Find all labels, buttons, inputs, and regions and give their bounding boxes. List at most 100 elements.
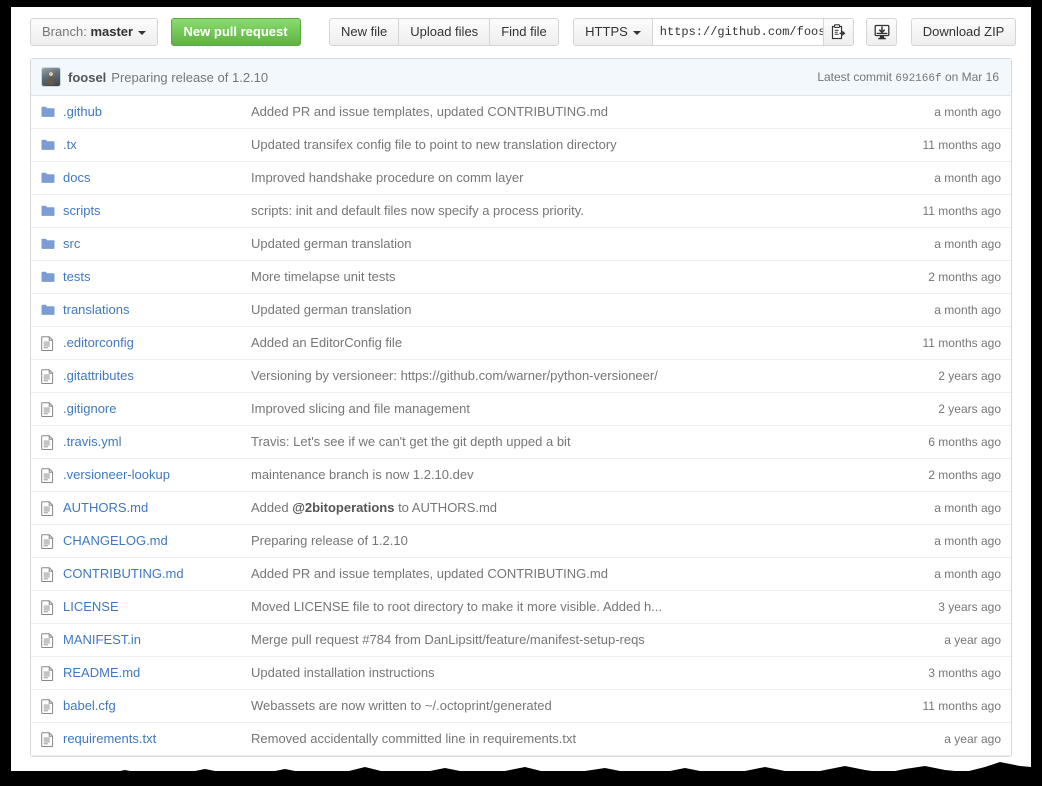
document-icon xyxy=(41,336,63,351)
relative-time: a month ago xyxy=(934,501,1001,515)
commit-message-link[interactable]: Updated transifex config file to point t… xyxy=(251,137,617,152)
screenshot-frame: Branch: master New pull request New file… xyxy=(0,0,1042,786)
table-row[interactable]: .tx Updated transifex config file to poin… xyxy=(31,129,1011,162)
relative-time: 11 months ago xyxy=(923,699,1002,713)
commit-age-cell: 6 months ago xyxy=(881,433,1001,451)
table-row[interactable]: .editorconfigAdded an EditorConfig file1… xyxy=(31,327,1011,360)
document-icon xyxy=(41,402,63,417)
commit-message-link[interactable]: Added PR and issue templates, updated CO… xyxy=(251,566,608,581)
table-row[interactable]: scripts scripts: init and default files n… xyxy=(31,195,1011,228)
directory-link[interactable]: tests xyxy=(63,269,90,284)
commit-age-cell: a month ago xyxy=(881,565,1001,583)
directory-link[interactable]: .tx xyxy=(63,137,77,152)
commit-message-link[interactable]: Updated installation instructions xyxy=(251,665,435,680)
commit-message-link[interactable]: Added @2bitoperations to AUTHORS.md xyxy=(251,500,497,515)
commit-message-link[interactable]: Removed accidentally committed line in r… xyxy=(251,731,576,746)
commit-message-link[interactable]: Travis: Let's see if we can't get the gi… xyxy=(251,434,571,449)
commit-message-link[interactable]: Webassets are now written to ~/.octoprin… xyxy=(251,698,552,713)
mention-link[interactable]: @2bitoperations xyxy=(292,500,394,515)
directory-link[interactable]: src xyxy=(63,236,80,251)
table-row[interactable]: .github Added PR and issue templates, upd… xyxy=(31,96,1011,129)
table-row[interactable]: README.md Updated installation instructio… xyxy=(31,657,1011,690)
copy-url-button[interactable] xyxy=(823,18,854,46)
clone-protocol-button[interactable]: HTTPS xyxy=(573,18,653,46)
commit-message-link[interactable]: Merge pull request #784 from DanLipsitt/… xyxy=(251,632,645,647)
directory-link[interactable]: scripts xyxy=(63,203,101,218)
file-list: .github Added PR and issue templates, upd… xyxy=(31,96,1011,756)
table-row[interactable]: requirements.txt Removed accidentally com… xyxy=(31,723,1011,756)
file-name-cell: README.md xyxy=(63,664,251,682)
find-file-button[interactable]: Find file xyxy=(489,18,559,46)
file-link[interactable]: LICENSE xyxy=(63,599,119,614)
commit-message-cell: Improved slicing and file management xyxy=(251,400,881,418)
file-link[interactable]: MANIFEST.in xyxy=(63,632,141,647)
document-icon xyxy=(41,468,63,483)
commit-message-link[interactable]: Versioning by versioneer: https://github… xyxy=(251,368,658,383)
commit-message-link[interactable]: Updated german translation xyxy=(251,236,411,251)
table-row[interactable]: MANIFEST.in Merge pull request #784 from … xyxy=(31,624,1011,657)
table-row[interactable]: AUTHORS.md Added @2bitoperations to AUTHO… xyxy=(31,492,1011,525)
commit-age-cell: 3 years ago xyxy=(881,598,1001,616)
table-row[interactable]: .gitattributes Versioning by versioneer: … xyxy=(31,360,1011,393)
commit-message-cell: maintenance branch is now 1.2.10.dev xyxy=(251,466,881,484)
commit-message-link[interactable]: scripts: init and default files now spec… xyxy=(251,203,584,218)
file-link[interactable]: requirements.txt xyxy=(63,731,156,746)
file-link[interactable]: README.md xyxy=(63,665,140,680)
commit-age-cell: a month ago xyxy=(881,235,1001,253)
table-row[interactable]: testsMore timelapse unit tests2 months a… xyxy=(31,261,1011,294)
branch-selector-button[interactable]: Branch: master xyxy=(30,18,158,46)
open-in-desktop-button[interactable] xyxy=(866,18,897,46)
commit-age-cell: 3 months ago xyxy=(881,664,1001,682)
commit-message-link[interactable]: Improved slicing and file management xyxy=(251,401,470,416)
folder-icon xyxy=(41,172,55,184)
file-link[interactable]: babel.cfg xyxy=(63,698,116,713)
table-row[interactable]: LICENSE Moved LICENSE file to root direct… xyxy=(31,591,1011,624)
file-link[interactable]: .editorconfig xyxy=(63,335,134,350)
file-link[interactable]: .versioneer-lookup xyxy=(63,467,170,482)
file-link[interactable]: AUTHORS.md xyxy=(63,500,148,515)
directory-link[interactable]: translations xyxy=(63,302,129,317)
new-file-button[interactable]: New file xyxy=(329,18,399,46)
table-row[interactable]: .travis.yml Travis: Let's see if we can't… xyxy=(31,426,1011,459)
table-row[interactable]: translations Updated german translation a … xyxy=(31,294,1011,327)
commit-message-link[interactable]: Moved LICENSE file to root directory to … xyxy=(251,599,662,614)
file-link[interactable]: .gitignore xyxy=(63,401,116,416)
directory-link[interactable]: .github xyxy=(63,104,102,119)
table-row[interactable]: docs Improved handshake procedure on comm… xyxy=(31,162,1011,195)
commit-message-link[interactable]: Improved handshake procedure on comm lay… xyxy=(251,170,523,185)
commit-author-link[interactable]: foosel xyxy=(68,70,106,85)
new-pull-request-button[interactable]: New pull request xyxy=(171,18,301,46)
commit-message-link[interactable]: Added an EditorConfig file xyxy=(251,335,402,350)
table-row[interactable]: CHANGELOG.mdPreparing release of 1.2.10a… xyxy=(31,525,1011,558)
table-row[interactable]: src Updated german translation a month ago xyxy=(31,228,1011,261)
commit-message-link[interactable]: Added PR and issue templates, updated CO… xyxy=(251,104,608,119)
file-name-cell: requirements.txt xyxy=(63,730,251,748)
table-row[interactable]: .gitignore Improved slicing and file mana… xyxy=(31,393,1011,426)
commit-age-cell: a month ago xyxy=(881,301,1001,319)
clipboard-copy-icon xyxy=(831,24,846,41)
table-row[interactable]: CONTRIBUTING.md Added PR and issue templa… xyxy=(31,558,1011,591)
commit-age-cell: 2 years ago xyxy=(881,367,1001,385)
commit-sha-link[interactable]: 692166f xyxy=(895,73,941,85)
table-row[interactable]: .versioneer-lookup maintenance branch is … xyxy=(31,459,1011,492)
folder-icon xyxy=(41,271,63,283)
file-link[interactable]: .gitattributes xyxy=(63,368,134,383)
file-link[interactable]: .travis.yml xyxy=(63,434,122,449)
file-link[interactable]: CONTRIBUTING.md xyxy=(63,566,184,581)
directory-link[interactable]: docs xyxy=(63,170,90,185)
commit-message-link[interactable]: maintenance branch is now 1.2.10.dev xyxy=(251,467,474,482)
download-zip-button[interactable]: Download ZIP xyxy=(911,18,1017,46)
clone-url-input[interactable]: https://github.com/foosel xyxy=(652,18,824,46)
table-row[interactable]: babel.cfg Webassets are now written to ~/… xyxy=(31,690,1011,723)
commit-message-link[interactable]: Updated german translation xyxy=(251,302,411,317)
file-name-cell: CHANGELOG.md xyxy=(63,532,251,550)
upload-files-button[interactable]: Upload files xyxy=(398,18,490,46)
document-icon xyxy=(41,369,54,384)
folder-icon xyxy=(41,238,63,250)
commit-message-link[interactable]: More timelapse unit tests xyxy=(251,269,396,284)
relative-time: 2 years ago xyxy=(938,369,1001,383)
commit-message-link[interactable]: Preparing release of 1.2.10 xyxy=(251,533,408,548)
file-link[interactable]: CHANGELOG.md xyxy=(63,533,168,548)
commit-message-cell: Removed accidentally committed line in r… xyxy=(251,730,881,748)
commit-message-link[interactable]: Preparing release of 1.2.10 xyxy=(111,70,268,85)
